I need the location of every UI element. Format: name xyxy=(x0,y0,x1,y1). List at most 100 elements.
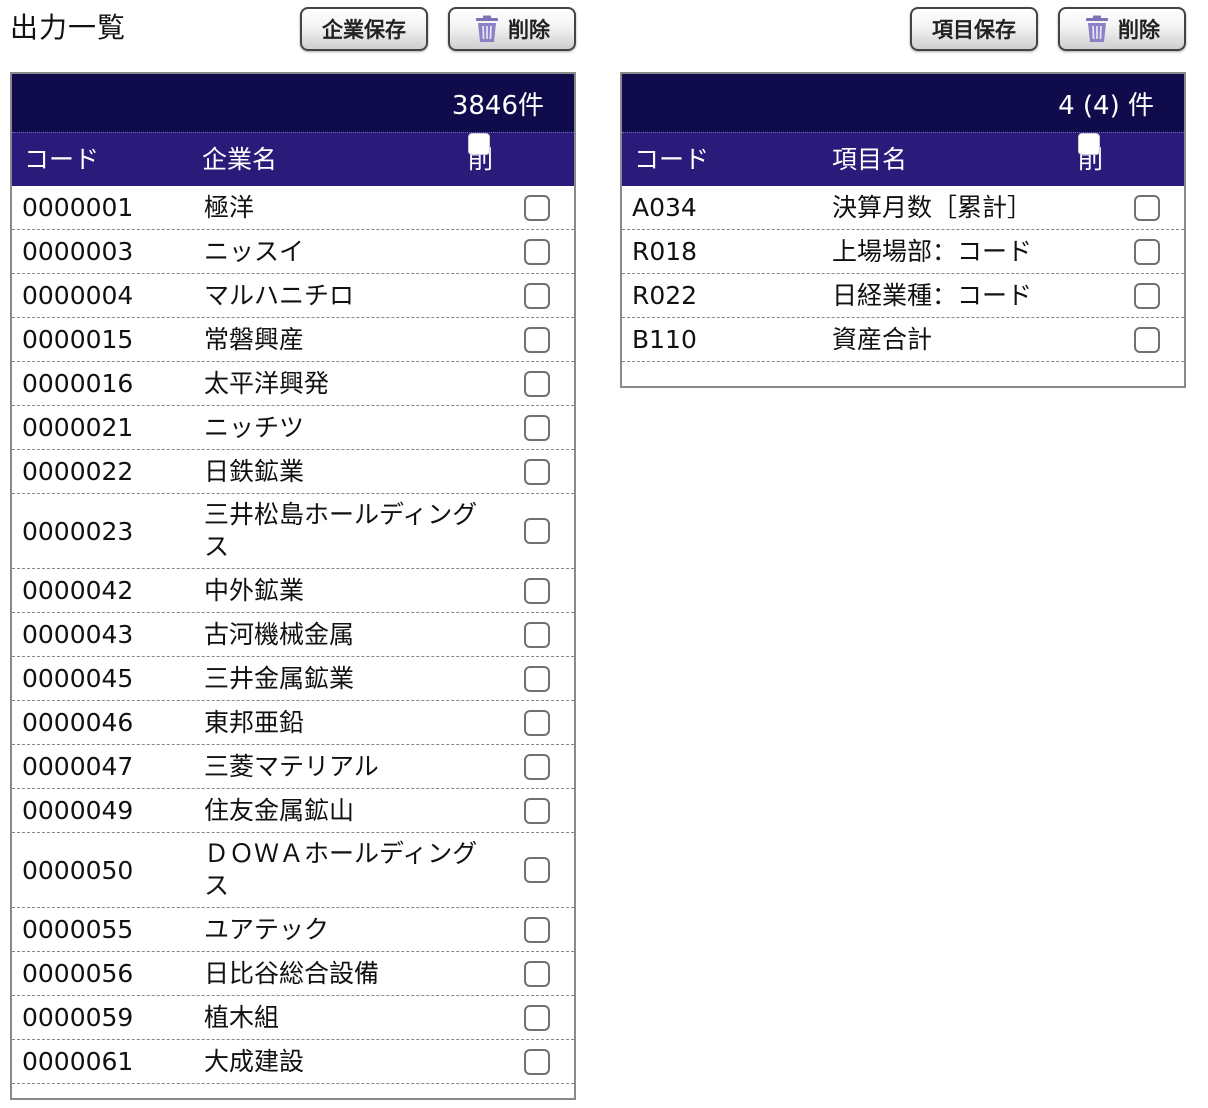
row-delete-checkbox[interactable] xyxy=(524,326,550,353)
companies-count: 3846件 xyxy=(12,74,574,132)
page-title: 出力一覧 xyxy=(10,11,127,44)
table-row: 0000050 ＤＯＷＡホールディングス xyxy=(12,833,574,908)
table-row: 0000003 ニッスイ xyxy=(12,230,574,274)
select-all-companies-checkbox[interactable] xyxy=(468,133,490,155)
save-companies-label: 企業保存 xyxy=(322,18,406,42)
save-items-button[interactable]: 項目保存 xyxy=(910,7,1038,51)
save-companies-button[interactable]: 企業保存 xyxy=(300,7,428,51)
table-row: 0000042 中外鉱業 xyxy=(12,569,574,613)
row-delete-checkbox[interactable] xyxy=(524,1048,550,1075)
row-delete-checkbox[interactable] xyxy=(524,916,550,943)
row-code: 0000061 xyxy=(22,1047,134,1076)
table-row: 0000043 古河機械金属 xyxy=(12,613,574,657)
items-header: コード 項目名 削除 xyxy=(622,132,1184,227)
row-name: 中外鉱業 xyxy=(204,575,305,605)
row-name: 三井金属鉱業 xyxy=(204,663,355,693)
companies-list-end xyxy=(12,1084,574,1098)
items-panel: 4 (4) 件 コード 項目名 削除 A034 決算月数［累計］ R018 上場場部：… xyxy=(620,72,1186,388)
row-code: R022 xyxy=(632,281,698,310)
row-delete-checkbox[interactable] xyxy=(524,857,550,883)
row-delete-checkbox[interactable] xyxy=(1134,326,1160,353)
row-name: 上場場部：コード xyxy=(832,236,1033,266)
items-list-end xyxy=(622,362,1184,386)
table-row: 0000046 東邦亜鉛 xyxy=(12,701,574,745)
row-delete-checkbox[interactable] xyxy=(524,753,550,780)
table-row: 0000061 大成建設 xyxy=(12,1040,574,1084)
row-code: 0000055 xyxy=(22,915,134,944)
delete-companies-label: 削除 xyxy=(508,18,550,42)
row-delete-checkbox[interactable] xyxy=(1134,194,1160,221)
row-delete-checkbox[interactable] xyxy=(524,621,550,648)
row-code: 0000047 xyxy=(22,752,134,781)
table-row: 0000049 住友金属鉱山 xyxy=(12,789,574,833)
row-delete-checkbox[interactable] xyxy=(524,414,550,441)
table-row: A034 決算月数［累計］ xyxy=(622,186,1184,230)
row-code: 0000021 xyxy=(22,413,134,442)
row-code: 0000050 xyxy=(22,855,134,885)
row-delete-checkbox[interactable] xyxy=(524,960,550,987)
row-name: 東邦亜鉛 xyxy=(204,707,305,737)
row-name: 古河機械金属 xyxy=(204,619,355,649)
table-row: 0000047 三菱マテリアル xyxy=(12,745,574,789)
header-code: コード xyxy=(24,145,100,174)
table-row: R018 上場場部：コード xyxy=(622,230,1184,274)
header-code: コード xyxy=(634,145,710,174)
items-count: 4 (4) 件 xyxy=(622,74,1184,132)
delete-companies-button[interactable]: 削除 xyxy=(448,7,576,51)
row-name: ユアテック xyxy=(204,914,330,944)
row-name: 植木組 xyxy=(204,1002,280,1032)
row-delete-checkbox[interactable] xyxy=(524,577,550,604)
row-delete-checkbox[interactable] xyxy=(524,370,550,397)
row-code: 0000001 xyxy=(22,193,134,222)
row-name: 三菱マテリアル xyxy=(204,751,379,781)
row-code: 0000023 xyxy=(22,516,134,546)
trash-icon xyxy=(474,15,500,43)
table-row: 0000023 三井松島ホールディングス xyxy=(12,494,574,569)
companies-header: コード 企業名 削除 xyxy=(12,132,574,227)
companies-panel: 3846件 コード 企業名 削除 0000001 極洋 0000003 ニッスイ 000… xyxy=(10,72,576,1100)
row-code: 0000059 xyxy=(22,1003,134,1032)
row-delete-checkbox[interactable] xyxy=(524,194,550,221)
row-code: 0000049 xyxy=(22,796,134,825)
row-delete-checkbox[interactable] xyxy=(524,282,550,309)
row-name: ニッスイ xyxy=(204,236,305,266)
delete-items-label: 削除 xyxy=(1118,18,1160,42)
row-delete-checkbox[interactable] xyxy=(1134,238,1160,265)
row-name: 日鉄鉱業 xyxy=(204,456,305,486)
row-code: 0000016 xyxy=(22,369,134,398)
row-code: 0000004 xyxy=(22,281,134,310)
row-delete-checkbox[interactable] xyxy=(524,1004,550,1031)
row-delete-checkbox[interactable] xyxy=(1134,282,1160,309)
row-name: マルハニチロ xyxy=(204,280,355,310)
table-row: R022 日経業種：コード xyxy=(622,274,1184,318)
row-code: 0000015 xyxy=(22,325,134,354)
row-delete-checkbox[interactable] xyxy=(524,238,550,265)
row-name: 日経業種：コード xyxy=(832,280,1033,310)
select-all-items-checkbox[interactable] xyxy=(1078,133,1100,155)
row-name: 日比谷総合設備 xyxy=(204,958,380,988)
row-delete-checkbox[interactable] xyxy=(524,665,550,692)
table-row: 0000059 植木組 xyxy=(12,996,574,1040)
row-delete-checkbox[interactable] xyxy=(524,458,550,485)
table-row: 0000021 ニッチツ xyxy=(12,406,574,450)
row-name: 資産合計 xyxy=(832,324,933,354)
save-items-label: 項目保存 xyxy=(932,18,1016,42)
row-delete-checkbox[interactable] xyxy=(524,518,550,544)
table-row: 0000001 極洋 xyxy=(12,186,574,230)
row-delete-checkbox[interactable] xyxy=(524,797,550,824)
items-list: A034 決算月数［累計］ R018 上場場部：コード R022 日経業種：コード B110… xyxy=(622,186,1184,362)
table-row: 0000045 三井金属鉱業 xyxy=(12,657,574,701)
table-row: 0000055 ユアテック xyxy=(12,908,574,952)
row-name: 太平洋興発 xyxy=(204,368,330,398)
row-code: 0000056 xyxy=(22,959,134,988)
row-name: 三井松島ホールディングス xyxy=(204,500,478,561)
row-name: 極洋 xyxy=(204,192,255,222)
row-name: 決算月数［累計］ xyxy=(832,192,1033,222)
row-code: 0000043 xyxy=(22,620,134,649)
delete-items-button[interactable]: 削除 xyxy=(1058,7,1186,51)
header-company-name: 企業名 xyxy=(202,145,278,174)
row-code: 0000042 xyxy=(22,576,134,605)
row-delete-checkbox[interactable] xyxy=(524,709,550,736)
row-code: R018 xyxy=(632,237,698,266)
header-item-name: 項目名 xyxy=(832,145,908,174)
